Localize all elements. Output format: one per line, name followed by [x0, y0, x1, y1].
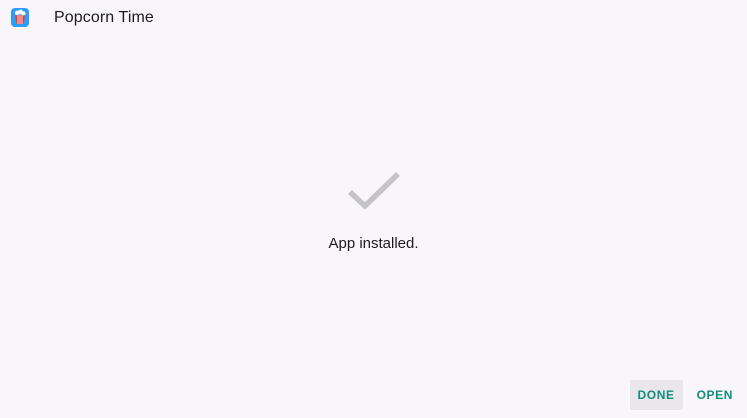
- open-button[interactable]: OPEN: [689, 380, 741, 410]
- done-button[interactable]: DONE: [629, 380, 683, 410]
- install-status: App installed.: [0, 0, 747, 418]
- checkmark-icon: [348, 172, 400, 210]
- install-status-message: App installed.: [328, 235, 419, 252]
- action-bar: DONE OPEN: [629, 380, 742, 410]
